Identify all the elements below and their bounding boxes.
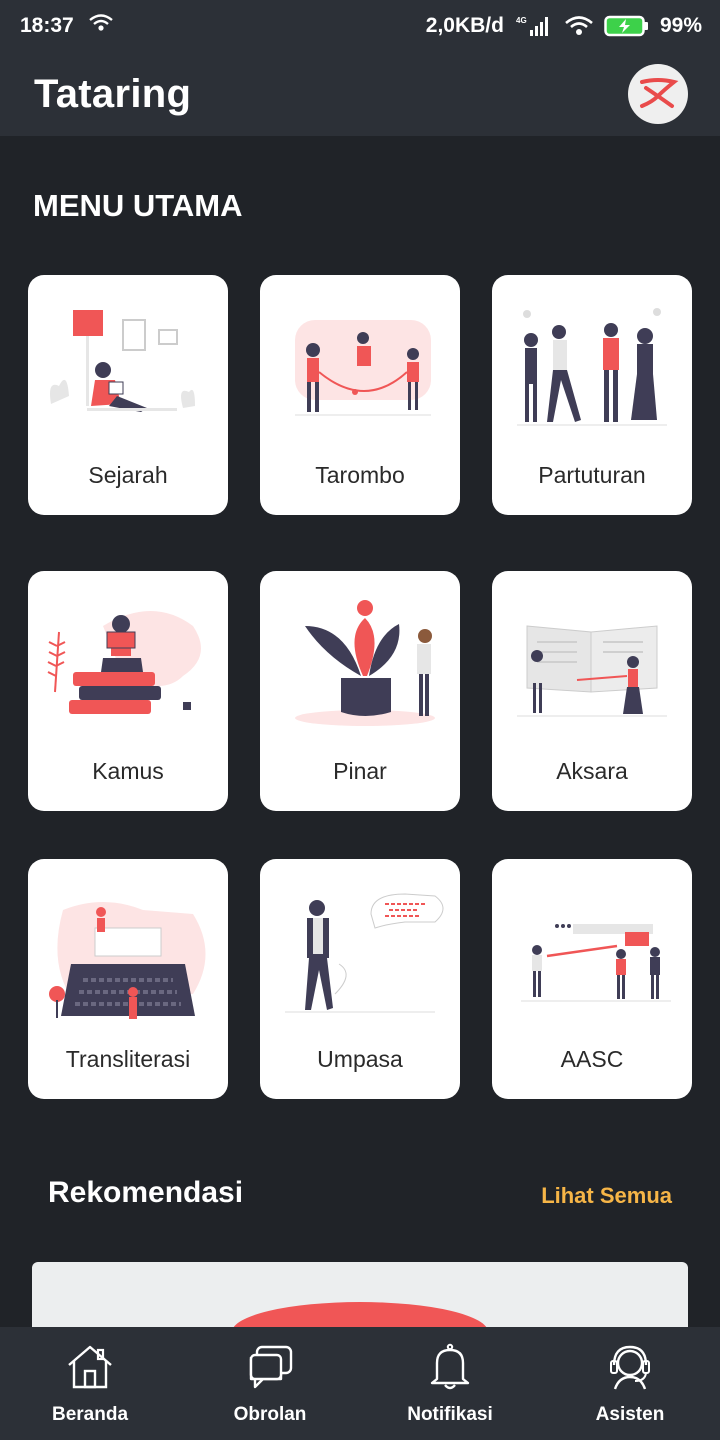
menu-card-transliterasi[interactable]: Transliterasi	[28, 859, 228, 1099]
app-logo-button[interactable]	[628, 64, 688, 124]
bottom-nav: Beranda Obrolan Notifikasi Asisten	[0, 1327, 720, 1440]
signal-4g-icon: 4G	[514, 14, 554, 38]
menu-card-label: Sejarah	[88, 462, 168, 488]
svg-text:4G: 4G	[516, 16, 527, 25]
menu-card-label: Kamus	[92, 758, 164, 784]
nav-label: Asisten	[595, 1404, 665, 1425]
menu-card-label: AASC	[560, 1046, 624, 1072]
people-greeting-illustration	[502, 295, 682, 445]
menu-card-pinar[interactable]: Pinar	[260, 571, 460, 811]
menu-card-label: Partuturan	[538, 462, 646, 488]
status-bar: 18:37 2,0KB/d 4G 99%	[0, 0, 720, 52]
menu-card-umpasa[interactable]: Umpasa	[260, 859, 460, 1099]
speaking-man-illustration	[270, 879, 450, 1029]
typewriter-illustration	[38, 879, 218, 1029]
nav-label: Notifikasi	[407, 1404, 493, 1425]
menu-card-sejarah[interactable]: Sejarah	[28, 275, 228, 515]
nav-item-obrolan[interactable]: Obrolan	[180, 1327, 360, 1440]
menu-card-kamus[interactable]: Kamus	[28, 571, 228, 811]
bell-icon	[425, 1343, 475, 1396]
nav-label: Beranda	[51, 1404, 129, 1425]
recommendation-title: Rekomendasi	[48, 1176, 244, 1209]
app-title: Tataring	[34, 71, 192, 116]
menu-card-aksara[interactable]: Aksara	[492, 571, 692, 811]
menu-card-label: Transliterasi	[65, 1046, 191, 1072]
menu-card-label: Aksara	[556, 758, 628, 784]
app-logo-icon	[640, 78, 679, 108]
battery-charging-icon	[604, 14, 650, 38]
menu-section-title: MENU UTAMA	[33, 188, 243, 223]
menu-card-aasc[interactable]: AASC	[492, 859, 692, 1099]
menu-card-label: Pinar	[333, 758, 387, 784]
status-time: 18:37	[20, 14, 74, 37]
wifi-status-icon	[88, 13, 114, 39]
presentation-illustration	[502, 879, 682, 1029]
open-book-illustration	[502, 591, 682, 741]
wifi-icon	[564, 15, 594, 37]
app-bar: Tataring	[0, 52, 720, 136]
family-jump-rope-illustration	[270, 295, 450, 445]
menu-card-partuturan[interactable]: Partuturan	[492, 275, 692, 515]
nav-item-notifikasi[interactable]: Notifikasi	[360, 1327, 540, 1440]
see-all-link[interactable]: Lihat Semua	[541, 1183, 672, 1209]
menu-card-label: Tarombo	[315, 462, 405, 488]
books-reader-illustration	[38, 591, 218, 741]
headset-icon	[605, 1343, 655, 1396]
home-icon	[65, 1343, 115, 1396]
menu-card-tarombo[interactable]: Tarombo	[260, 275, 460, 515]
network-speed: 2,0KB/d	[425, 14, 504, 37]
lotus-plant-illustration	[270, 591, 450, 741]
nav-item-asisten[interactable]: Asisten	[540, 1327, 720, 1440]
nav-label: Obrolan	[233, 1404, 307, 1425]
reading-person-illustration	[38, 295, 218, 445]
chat-icon	[245, 1343, 295, 1396]
nav-item-beranda[interactable]: Beranda	[0, 1327, 180, 1440]
menu-card-label: Umpasa	[317, 1046, 403, 1072]
battery-percent: 99%	[659, 14, 702, 37]
